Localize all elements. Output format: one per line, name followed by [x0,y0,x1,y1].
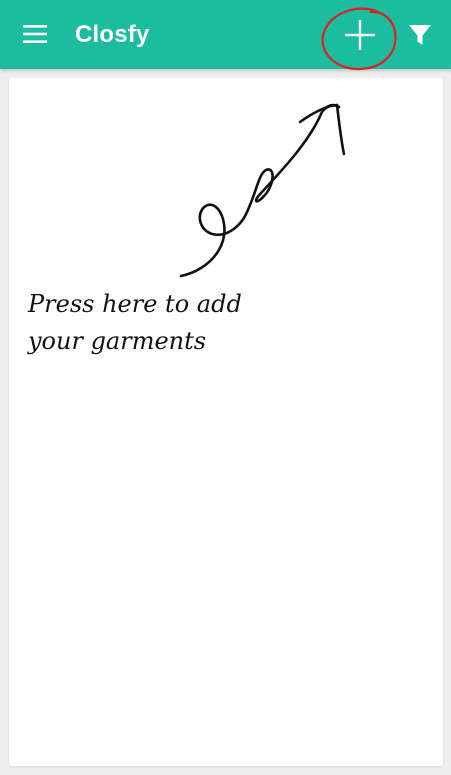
add-garment-button[interactable] [334,10,386,60]
garment-list-area[interactable] [9,78,443,766]
add-garments-hint: Press here to add your garments [28,286,328,360]
hint-line-1: Press here to add [28,290,242,318]
menu-button[interactable] [14,14,56,54]
app-bar: Closfy [0,0,451,69]
filter-button[interactable] [400,15,442,55]
hint-line-2: your garments [28,327,207,355]
app-title: Closfy [75,21,150,48]
